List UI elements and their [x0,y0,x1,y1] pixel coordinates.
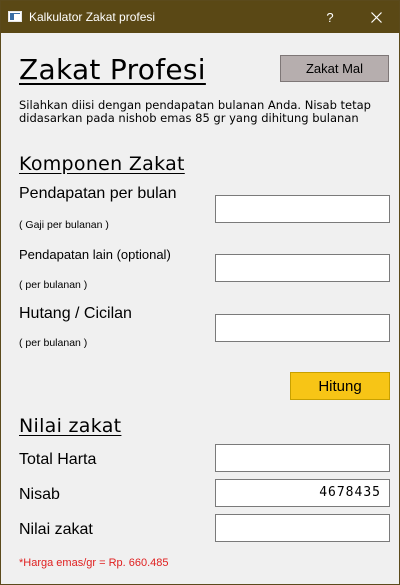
pendapatan-lain-label: Pendapatan lain (optional) [19,247,171,262]
nilai-zakat-field[interactable] [215,514,390,542]
nilai-zakat-label: Nilai zakat [19,521,93,538]
zakat-mal-button[interactable]: Zakat Mal [280,55,389,82]
zakat-calculator-window: Kalkulator Zakat profesi ? Zakat Profesi… [0,0,400,585]
pendapatan-hint: ( Gaji per bulanan ) [19,219,109,231]
hutang-label: Hutang / Cicilan [19,305,132,322]
hitung-button[interactable]: Hitung [290,372,390,400]
pendapatan-lain-hint: ( per bulanan ) [19,279,88,291]
help-button[interactable]: ? [307,1,353,33]
pendapatan-label: Pendapatan per bulan [19,185,177,202]
description-text: Silahkan diisi dengan pendapatan bulanan… [19,98,371,125]
title-bar: Kalkulator Zakat profesi ? [1,1,399,33]
gold-price-note: *Harga emas/gr = Rp. 660.485 [19,557,169,569]
nisab-label: Nisab [19,486,60,503]
hutang-hint: ( per bulanan ) [19,337,88,349]
pendapatan-input[interactable] [215,195,390,223]
window-title: Kalkulator Zakat profesi [29,10,156,24]
nisab-field[interactable]: 4678435 [215,479,390,507]
pendapatan-lain-input[interactable] [215,254,390,282]
total-harta-label: Total Harta [19,451,97,468]
main-content: Zakat Profesi Zakat Mal Silahkan diisi d… [1,33,399,584]
close-button[interactable] [353,1,399,33]
hutang-input[interactable] [215,314,390,342]
komponen-zakat-heading: Komponen Zakat [19,153,185,175]
nilai-zakat-heading: Nilai zakat [19,415,122,437]
total-harta-field[interactable] [215,444,390,472]
close-icon [370,11,382,23]
app-window-icon [8,11,22,22]
page-title: Zakat Profesi [19,53,206,86]
